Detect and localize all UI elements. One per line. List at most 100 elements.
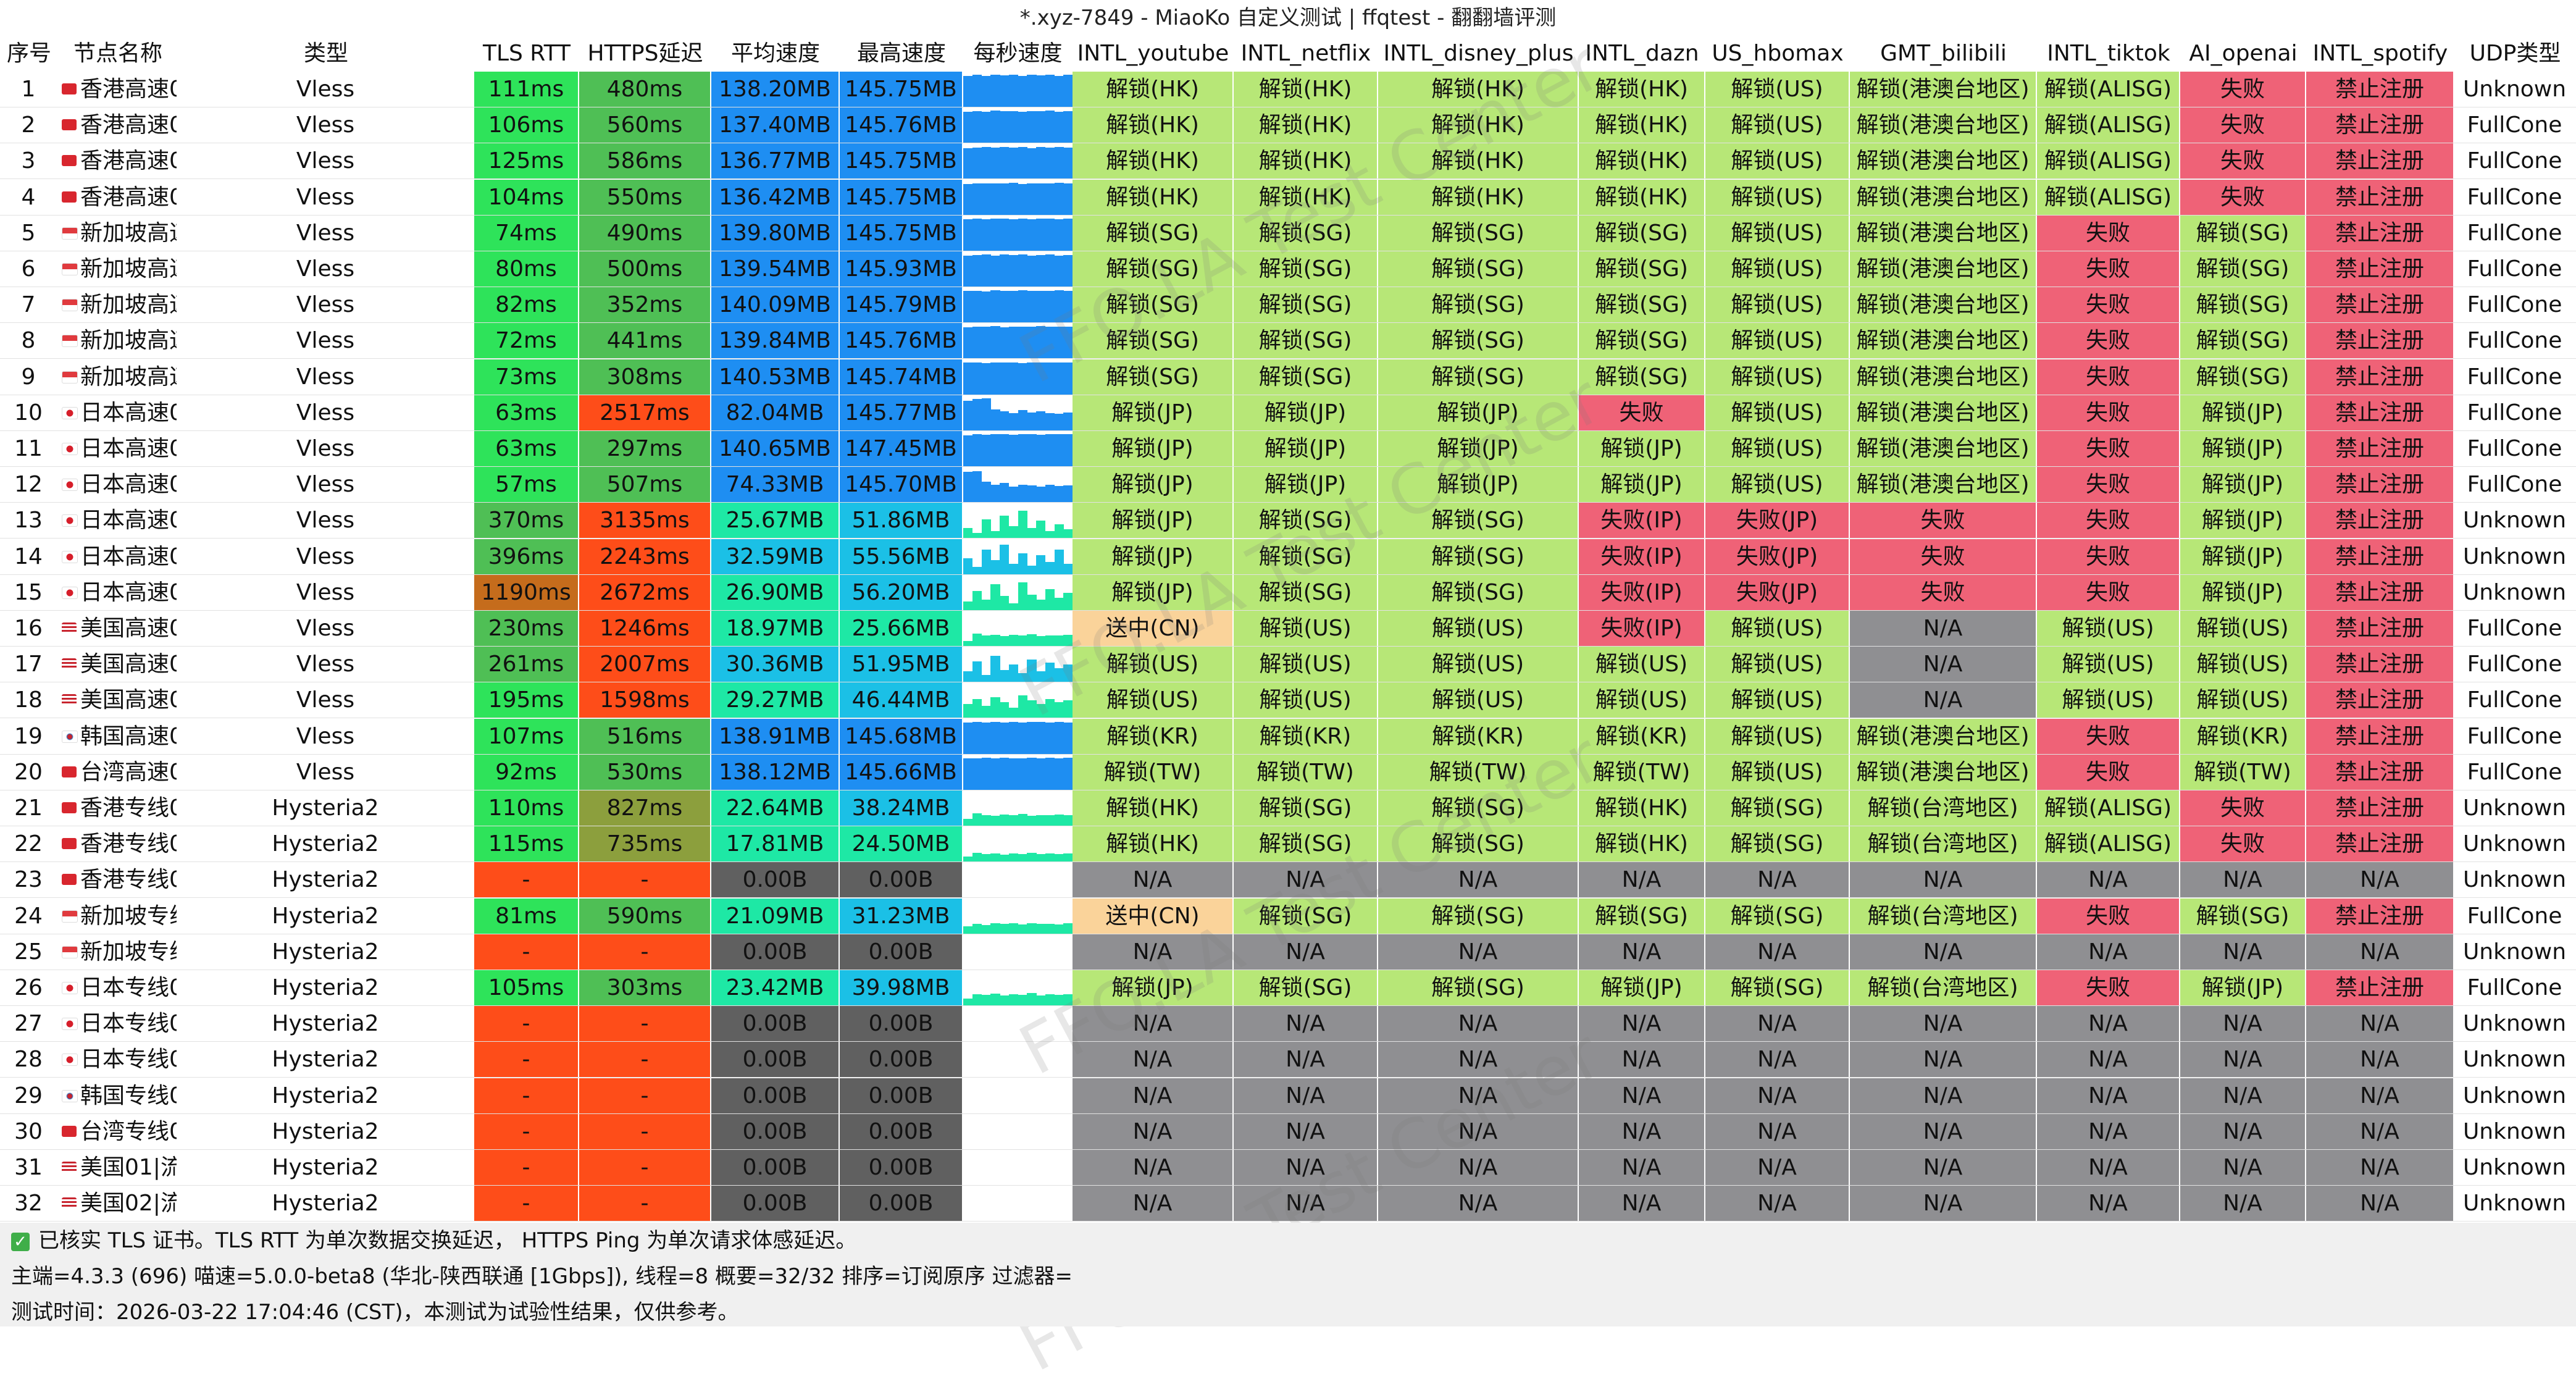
unlock-openai: 失败 — [2180, 72, 2306, 107]
table-row[interactable]: 13 日本高速04|BGP|流媒体Vless370ms3135ms25.67MB5… — [0, 503, 2576, 539]
speed-bar — [1000, 219, 1010, 251]
column-header-9[interactable]: INTL_netflix — [1234, 36, 1378, 72]
flag-icon — [62, 694, 77, 706]
node-name: 香港专线02|BGP|流媒体 — [80, 831, 177, 857]
tls-rtt: 1190ms — [474, 574, 579, 610]
table-row[interactable]: 14 日本高速05|BGP|流媒体Vless396ms2243ms32.59MB5… — [0, 538, 2576, 575]
table-row[interactable]: 26 日本专线01|BGP|流媒体Hysteria2105ms303ms23.42… — [0, 970, 2576, 1006]
speed-bar — [1027, 219, 1037, 251]
table-row[interactable]: 3 香港高速03|BGP|流媒体Vless125ms586ms136.77MB14… — [0, 143, 2576, 180]
speed-sparkline — [963, 431, 1073, 466]
column-header-14[interactable]: INTL_tiktok — [2037, 36, 2180, 72]
avg-speed: 23.42MB — [711, 970, 840, 1005]
unlock-spotify: 禁止注册 — [2306, 503, 2454, 538]
table-row[interactable]: 9 新加坡高速05|BGP|流媒体Vless73ms308ms140.53MB14… — [0, 359, 2576, 395]
table-row[interactable]: 32美国02|流媒体 0.1倍Hysteria2--0.00B0.00BN/AN… — [0, 1186, 2576, 1222]
table-row[interactable]: 24 新加坡专线02|BGP|流媒体Hysteria281ms590ms21.09… — [0, 898, 2576, 934]
column-header-7[interactable]: 每秒速度 — [963, 36, 1073, 72]
result-table-window: *.xyz-7849 - MiaoKo 自定义测试 | ffqtest - 翻翻… — [0, 0, 2576, 1387]
unlock-hbomax: 解锁(US) — [1705, 179, 1850, 215]
column-header-4[interactable]: HTTPS延迟 — [579, 36, 711, 72]
speed-bar — [1027, 565, 1037, 574]
column-header-3[interactable]: TLS RTT — [474, 36, 579, 72]
table-row[interactable]: 16 美国高速01|流媒体 0.1倍Vless230ms1246ms18.97MB… — [0, 611, 2576, 647]
speed-bar — [1000, 411, 1010, 430]
speed-bar — [1063, 219, 1073, 251]
unlock-disney-plus: 解锁(SG) — [1378, 323, 1579, 359]
table-row[interactable]: 2 香港高速02|BGP|流媒体Vless106ms560ms137.40MB14… — [0, 107, 2576, 144]
tls-rtt: 63ms — [474, 395, 579, 430]
column-header-0[interactable]: 序号 — [0, 36, 58, 72]
table-row[interactable]: 23香港专线03|BGP|流媒体Hysteria2--0.00B0.00BN/A… — [0, 862, 2576, 899]
column-header-17[interactable]: UDP类型 — [2454, 36, 2576, 72]
column-header-6[interactable]: 最高速度 — [840, 36, 963, 72]
unlock-netflix: 解锁(SG) — [1234, 215, 1378, 251]
speed-bar — [1018, 510, 1027, 538]
tls-rtt: 92ms — [474, 754, 579, 790]
table-row[interactable]: 11 日本高速02|BGP|流媒体Vless63ms297ms140.65MB14… — [0, 431, 2576, 467]
column-header-10[interactable]: INTL_disney_plus — [1378, 36, 1579, 72]
column-header-16[interactable]: INTL_spotify — [2306, 36, 2454, 72]
speed-bar — [981, 254, 991, 287]
unlock-dazn: 失败(IP) — [1579, 538, 1705, 574]
table-row[interactable]: 12 日本高速03|BGP|流媒体Vless57ms507ms74.33MB145… — [0, 467, 2576, 503]
https-latency: - — [579, 862, 711, 898]
unlock-hbomax: N/A — [1705, 1150, 1850, 1185]
speed-bar — [1000, 596, 1010, 610]
table-row[interactable]: 20 台湾高速01|BGP|流媒体Vless92ms530ms138.12MB14… — [0, 754, 2576, 790]
column-header-11[interactable]: INTL_dazn — [1579, 36, 1705, 72]
table-row[interactable]: 5 新加坡高速01|BGP|流媒体Vless74ms490ms139.80MB14… — [0, 215, 2576, 251]
unlock-disney-plus: 解锁(US) — [1378, 682, 1579, 718]
speed-bar — [1018, 758, 1027, 790]
column-header-12[interactable]: US_hbomax — [1705, 36, 1850, 72]
unlock-disney-plus: 解锁(US) — [1378, 647, 1579, 682]
speed-bar — [981, 600, 991, 610]
table-row[interactable]: 25新加坡专线03|BGP|流媒体Hysteria2--0.00B0.00BN/… — [0, 934, 2576, 970]
table-row[interactable]: 1 香港高速01|BGP|流媒体Vless111ms480ms138.20MB14… — [0, 72, 2576, 107]
table-row[interactable]: 28日本专线03|BGP|流媒体Hysteria2--0.00B0.00BN/A… — [0, 1042, 2576, 1078]
table-row[interactable]: 6 新加坡高速02|BGP|流媒体Vless80ms500ms139.54MB14… — [0, 251, 2576, 287]
table-row[interactable]: 10 日本高速01|BGP|流媒体Vless63ms2517ms82.04MB14… — [0, 395, 2576, 431]
row-index: 7 — [0, 287, 58, 323]
tls-rtt: 106ms — [474, 107, 579, 143]
column-header-1[interactable]: 节点名称 — [58, 36, 178, 72]
flag-icon — [62, 335, 78, 348]
table-row[interactable]: 22 香港专线02|BGP|流媒体Hysteria2115ms735ms17.81… — [0, 826, 2576, 863]
unlock-tiktok: 解锁(US) — [2037, 611, 2180, 646]
speed-bar — [1063, 664, 1073, 682]
unlock-netflix: 解锁(SG) — [1234, 898, 1378, 934]
speed-bar — [963, 758, 973, 790]
table-row[interactable]: 30台湾专线01|BGP|流媒体Hysteria2--0.00B0.00BN/A… — [0, 1113, 2576, 1150]
column-header-13[interactable]: GMT_bilibili — [1850, 36, 2037, 72]
speed-bar — [1054, 524, 1064, 538]
speed-bar — [1054, 758, 1064, 790]
table-row[interactable]: 29韩国专线01|BGP|流媒体Hysteria2--0.00B0.00BN/A… — [0, 1078, 2576, 1114]
speed-sparkline — [963, 611, 1073, 646]
table-row[interactable]: 19 韩国高速01|BGP|流媒体Vless107ms516ms138.91MB1… — [0, 718, 2576, 755]
column-header-8[interactable]: INTL_youtube — [1073, 36, 1234, 72]
speed-bar — [972, 183, 982, 215]
unlock-tiktok: 失败 — [2037, 251, 2180, 287]
unlock-netflix: 解锁(TW) — [1234, 754, 1378, 790]
avg-speed: 140.53MB — [711, 359, 840, 395]
table-row[interactable]: 8 新加坡高速04|BGP|流媒体Vless72ms441ms139.84MB14… — [0, 323, 2576, 359]
speed-bar — [1045, 183, 1055, 215]
table-row[interactable]: 18 美国高速04|流媒体Vless195ms1598ms29.27MB46.44… — [0, 682, 2576, 719]
unlock-spotify: N/A — [2306, 1186, 2454, 1221]
table-row[interactable]: 31美国01|流媒体Hysteria2--0.00B0.00BN/AN/AN/A… — [0, 1150, 2576, 1186]
speed-bar — [963, 856, 973, 862]
table-row[interactable]: 17 美国高速03|流媒体Vless261ms2007ms30.36MB51.95… — [0, 647, 2576, 683]
table-row[interactable]: 4 香港高速04|BGP|流媒体Vless104ms550ms136.42MB14… — [0, 179, 2576, 216]
column-header-15[interactable]: AI_openai — [2180, 36, 2306, 72]
table-row[interactable]: 21 香港专线01|BGP|流媒体Hysteria2110ms827ms22.64… — [0, 790, 2576, 826]
node-name: 香港专线01|BGP|流媒体 — [80, 795, 177, 821]
column-header-5[interactable]: 平均速度 — [711, 36, 840, 72]
table-row[interactable]: 7 新加坡高速03|BGP|流媒体Vless82ms352ms140.09MB14… — [0, 287, 2576, 324]
table-row[interactable]: 27日本专线02|BGP|流媒体Hysteria2--0.00B0.00BN/A… — [0, 1006, 2576, 1042]
table-row[interactable]: 15 日本高速06|BGP|流媒体Vless1190ms2672ms26.90MB… — [0, 574, 2576, 611]
column-header-2[interactable]: 类型 — [178, 36, 474, 72]
unlock-hbomax: 解锁(SG) — [1705, 790, 1850, 826]
https-latency: 352ms — [579, 287, 711, 323]
unlock-youtube: 解锁(JP) — [1073, 970, 1234, 1005]
unlock-openai: 解锁(US) — [2180, 682, 2306, 718]
